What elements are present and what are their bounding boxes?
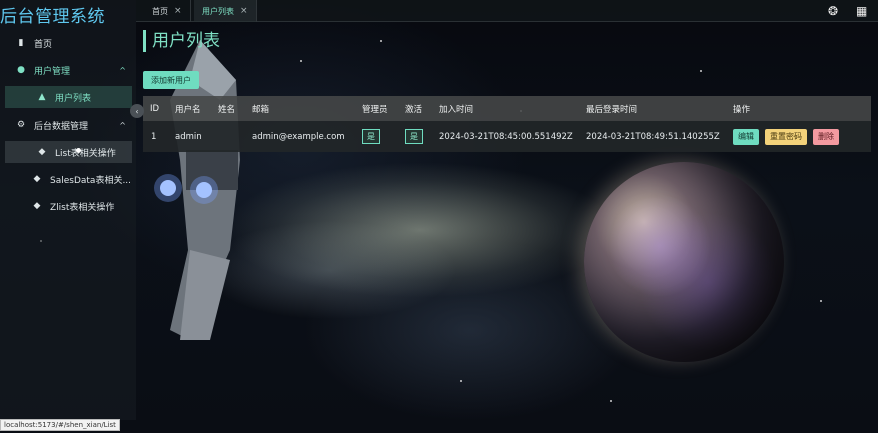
page-title: 用户列表 (143, 30, 220, 52)
app-title: 后台管理系统 (0, 7, 105, 27)
warning-icon: ▲ (38, 92, 46, 102)
status-bar-url: localhost:5173/#/shen_xian/List (0, 419, 120, 431)
column-header-admin: 管理员 (362, 104, 388, 115)
sidebar-group-user-management[interactable]: ● 用户管理 ^ (0, 59, 136, 81)
sidebar-item-zlist-ops[interactable]: ◆ Zlist表相关操作 (0, 195, 136, 217)
sidebar-item-label: 用户管理 (34, 66, 71, 77)
home-icon: ▮ (18, 38, 24, 48)
column-header-id: ID (150, 103, 160, 114)
chevron-up-icon: ^ (119, 65, 126, 75)
sidebar-item-label: 后台数据管理 (34, 121, 89, 132)
docker-icon: ◆ (38, 147, 46, 157)
column-header-last-login: 最后登录时间 (586, 104, 638, 115)
column-header-joined: 加入时间 (439, 104, 474, 115)
docker-icon: ◆ (33, 174, 41, 184)
column-header-email: 邮箱 (252, 104, 270, 115)
gear-icon: ⚙ (16, 120, 26, 130)
column-header-active: 激活 (405, 104, 423, 115)
tab-home[interactable]: 首页 × (144, 0, 191, 22)
delete-button[interactable]: 删除 (813, 128, 839, 145)
edit-button[interactable]: 编辑 (733, 128, 759, 145)
table-row: 1 admin admin@example.com 是 是 2024-03-21… (143, 121, 871, 152)
theme-icon[interactable]: ❂ (828, 4, 838, 18)
sidebar-item-label: 用户列表 (55, 93, 92, 104)
sidebar-item-label: SalesData表相关... (50, 175, 132, 186)
docker-icon: ◆ (33, 201, 41, 211)
cell-active: 是 (405, 121, 423, 152)
table-header: ID 用户名 姓名 邮箱 管理员 激活 加入时间 最后登录时间 操作 (143, 96, 871, 121)
reset-password-button[interactable]: 重置密码 (765, 128, 807, 145)
sidebar-group-backend-data[interactable]: ⚙ 后台数据管理 ^ (0, 114, 136, 136)
sidebar-item-label: Zlist表相关操作 (50, 202, 115, 213)
user-table: ID 用户名 姓名 邮箱 管理员 激活 加入时间 最后登录时间 操作 1 adm… (143, 96, 871, 152)
admin-status-badge: 是 (362, 129, 380, 144)
cell-last-login: 2024-03-21T08:49:51.140255Z (586, 131, 720, 142)
cell-joined: 2024-03-21T08:45:00.551492Z (439, 131, 573, 142)
sidebar-item-label: 首页 (34, 39, 53, 50)
chevron-up-icon: ^ (119, 120, 126, 130)
sidebar-item-home[interactable]: ▮ 首页 (0, 32, 136, 54)
android-icon: ● (17, 65, 25, 75)
add-user-button[interactable]: 添加新用户 (143, 71, 199, 89)
cell-actions: 编辑 重置密码 删除 (733, 121, 845, 152)
sidebar: 后台管理系统 ▮ 首页 ● 用户管理 ^ ▲ 用户列表 ⚙ 后台数据管理 ^ ◆… (0, 0, 136, 420)
sidebar-item-label: List表相关操作 (55, 148, 116, 159)
sidebar-item-salesdata-ops[interactable]: ◆ SalesData表相关... (0, 168, 136, 190)
cell-id: 1 (151, 131, 157, 142)
cell-admin: 是 (362, 121, 380, 152)
tab-label: 首页 (152, 6, 168, 16)
tab-user-list[interactable]: 用户列表 × (194, 0, 257, 22)
grid-menu-icon[interactable]: ▦ (856, 4, 867, 18)
cell-username: admin (175, 131, 202, 142)
active-status-badge: 是 (405, 129, 423, 144)
column-header-username: 用户名 (175, 104, 201, 115)
sidebar-item-list-ops[interactable]: ◆ List表相关操作 (5, 141, 132, 163)
mouse-cursor (76, 148, 81, 153)
sidebar-item-user-list[interactable]: ▲ 用户列表 (5, 86, 132, 108)
column-header-actions: 操作 (733, 104, 751, 115)
top-bar: 首页 × 用户列表 × ❂ ▦ (136, 0, 878, 22)
close-icon[interactable]: × (240, 6, 248, 16)
column-header-name: 姓名 (218, 104, 236, 115)
cell-email: admin@example.com (252, 131, 345, 142)
planet-image (584, 162, 784, 362)
sidebar-collapse-button[interactable]: ‹ (130, 104, 144, 118)
close-icon[interactable]: × (174, 6, 182, 16)
tab-label: 用户列表 (202, 6, 234, 16)
